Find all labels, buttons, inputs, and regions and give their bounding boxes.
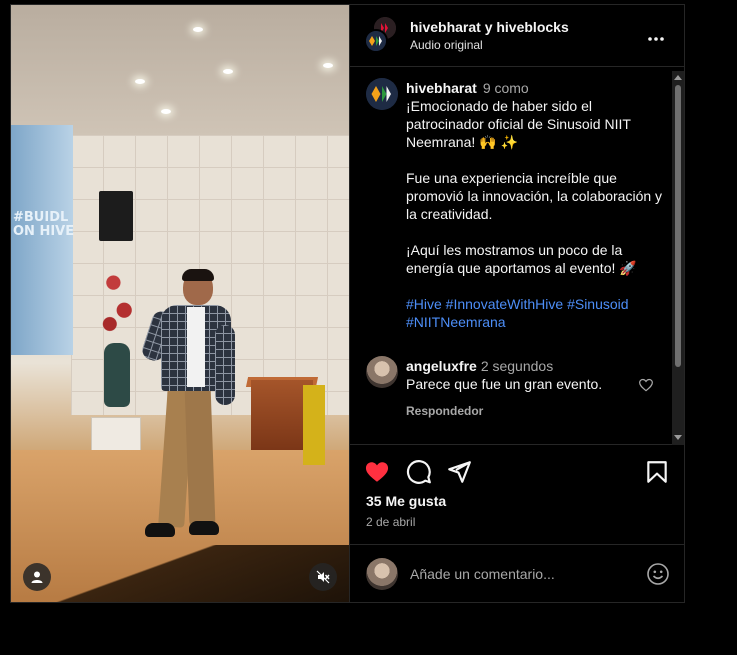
projector-screen bbox=[11, 125, 73, 355]
post-details-panel: hivebharat y hiveblocks Audio original h… bbox=[349, 5, 685, 602]
reply-button[interactable]: Respondedor bbox=[406, 404, 483, 418]
wall-speaker bbox=[99, 191, 133, 241]
yellow-drape bbox=[303, 385, 325, 465]
mute-button[interactable] bbox=[309, 563, 337, 591]
add-comment-input[interactable] bbox=[410, 564, 630, 584]
comment-text: Parece que fue un gran evento. bbox=[406, 376, 603, 392]
ceiling-light bbox=[135, 79, 145, 84]
add-comment-bar bbox=[350, 545, 685, 602]
post-photo[interactable]: #BUIDL ON HIVE bbox=[11, 5, 349, 602]
comment: angeluxfre 2 segundos Parece que fue un g… bbox=[406, 357, 636, 393]
post-date[interactable]: 2 de abril bbox=[366, 515, 415, 529]
speaker-person-arm bbox=[215, 325, 235, 405]
current-user-avatar bbox=[366, 558, 398, 590]
like-heart-icon[interactable] bbox=[364, 459, 390, 485]
speaker-person-shoe bbox=[189, 521, 219, 535]
caption-hashtags[interactable]: #Hive #InnovateWithHive #Sinusoid #NIITN… bbox=[406, 295, 670, 331]
post-caption: hivebharat 9 como ¡Emocionado de haber si… bbox=[406, 79, 670, 331]
vase bbox=[104, 343, 130, 407]
stage-edge bbox=[11, 545, 349, 602]
share-icon[interactable] bbox=[446, 459, 472, 485]
ceiling-light bbox=[161, 109, 171, 114]
collab-avatars[interactable] bbox=[364, 17, 396, 53]
comment-time[interactable]: 2 segundos bbox=[481, 358, 553, 374]
ceiling-light bbox=[193, 27, 203, 32]
emoji-icon[interactable] bbox=[646, 562, 670, 586]
hivebharat-logo-icon bbox=[366, 78, 398, 110]
likes-count[interactable]: 35 Me gusta bbox=[366, 493, 446, 509]
scrollbar-thumb[interactable] bbox=[675, 85, 681, 367]
tagged-user-button[interactable] bbox=[23, 563, 51, 591]
scroll-up-icon[interactable] bbox=[674, 75, 682, 80]
flower-plant bbox=[99, 255, 135, 347]
speaker-person-shirt bbox=[187, 307, 205, 387]
caption-paragraph: ¡Aquí les mostramos un poco de la energí… bbox=[406, 242, 637, 276]
speaker-person-leg bbox=[184, 386, 216, 526]
caption-username[interactable]: hivebharat bbox=[406, 80, 477, 96]
speaker-person-shoe bbox=[145, 523, 175, 537]
speaker-person-hair bbox=[182, 269, 214, 281]
post-header: hivebharat y hiveblocks Audio original bbox=[350, 5, 685, 67]
comments-scroll-area[interactable]: hivebharat 9 como ¡Emocionado de haber si… bbox=[350, 67, 685, 445]
user-icon bbox=[31, 571, 43, 583]
scrollbar[interactable] bbox=[672, 71, 684, 445]
save-bookmark-icon[interactable] bbox=[644, 459, 670, 485]
post-authors[interactable]: hivebharat y hiveblocks bbox=[410, 19, 569, 35]
comment-username[interactable]: angeluxfre bbox=[406, 358, 477, 374]
more-icon bbox=[648, 37, 664, 41]
caption-paragraph: Fue una experiencia increíble que promov… bbox=[406, 170, 663, 222]
caption-paragraph: ¡Emocionado de haber sido el patrocinado… bbox=[406, 98, 631, 150]
avatar bbox=[364, 29, 388, 53]
more-options-button[interactable] bbox=[647, 26, 665, 47]
post-viewer: #BUIDL ON HIVE hivebharat y hiveblocks A… bbox=[10, 4, 685, 603]
ceiling-light bbox=[223, 69, 233, 74]
comment-like-heart-icon[interactable] bbox=[638, 377, 654, 393]
post-actions: 35 Me gusta 2 de abril bbox=[350, 445, 685, 545]
comment-icon[interactable] bbox=[406, 459, 432, 485]
caption-avatar[interactable] bbox=[366, 78, 398, 110]
projector-screen-text: #BUIDL ON HIVE bbox=[13, 210, 75, 239]
muted-speaker-icon bbox=[316, 570, 330, 584]
caption-time[interactable]: 9 como bbox=[483, 80, 529, 96]
ceiling-light bbox=[323, 63, 333, 68]
commenter-avatar[interactable] bbox=[366, 356, 398, 388]
hivebharat-logo-icon bbox=[366, 31, 386, 51]
audio-label[interactable]: Audio original bbox=[410, 38, 483, 52]
scroll-down-icon[interactable] bbox=[674, 435, 682, 440]
